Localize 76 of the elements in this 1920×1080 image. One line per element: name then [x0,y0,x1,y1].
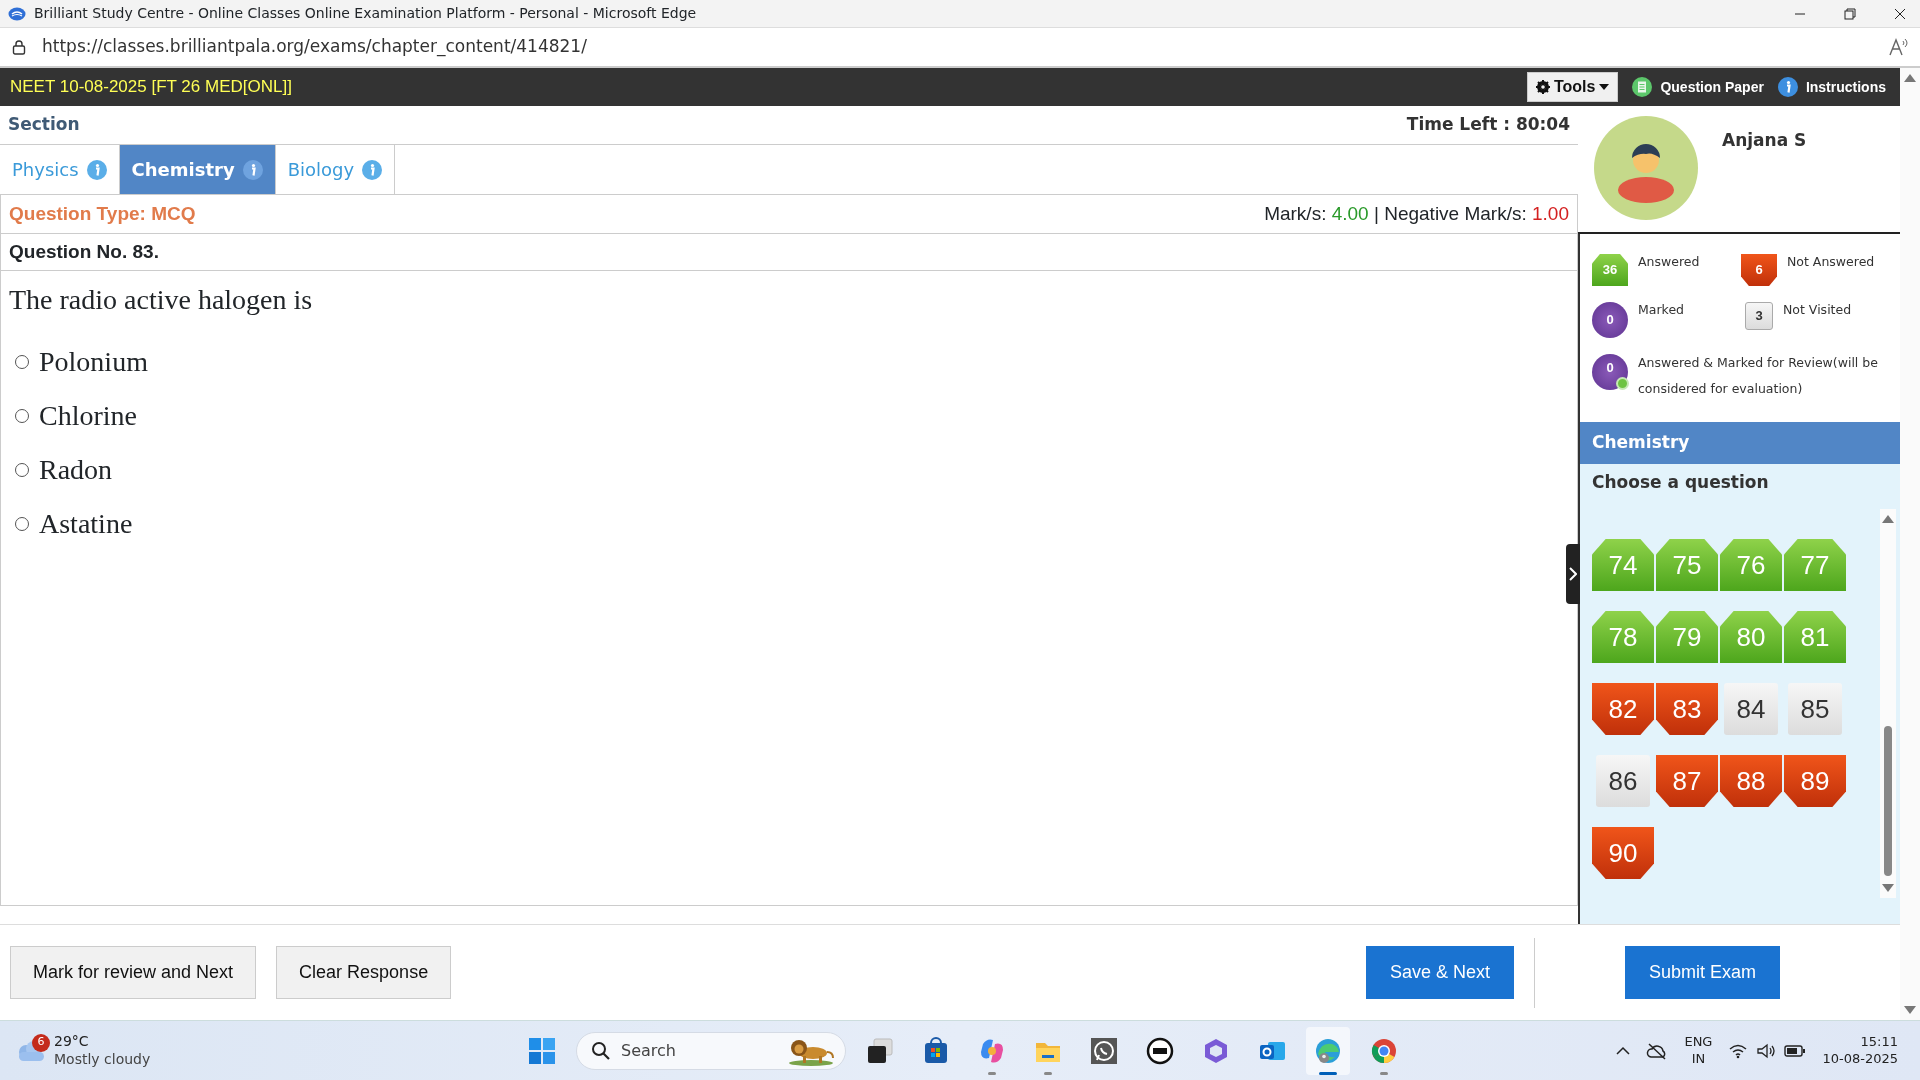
palette-section-title: Chemistry [1580,422,1900,464]
collapse-handle[interactable] [1566,544,1580,604]
option-label[interactable]: Polonium [39,341,148,383]
notification-badge: 6 [32,1033,50,1052]
document-icon[interactable] [1632,77,1653,97]
search-icon [591,1040,611,1061]
status-not-answered-count: 6 [1741,254,1777,286]
temperature: 29°C [54,1033,90,1051]
window-stack-icon[interactable] [865,1035,895,1066]
legend-label: Answered & Marked for Review(will be considered for evaluation) [1638,354,1879,398]
question-number-button[interactable]: 82 [1592,683,1654,735]
tools-dropdown[interactable]: Tools [1526,72,1619,102]
radio-button[interactable] [15,355,29,369]
chevron-up-icon[interactable] [1616,1045,1631,1056]
question-number: Question No. 83. [9,239,159,264]
question-type: Question Type: MCQ [9,201,196,226]
exam-title: NEET 10-08-2025 [FT 26 MED[ONL]] [10,76,292,99]
speaker-icon[interactable] [1756,1042,1777,1059]
instructions-link[interactable]: Instructions [1805,76,1886,98]
question-number-button[interactable]: 88 [1720,755,1782,807]
status-marked-count: 0 [1592,302,1628,338]
status-not-visited-count: 3 [1745,302,1773,330]
scroll-up-arrow[interactable] [1904,74,1916,82]
question-number-button[interactable]: 81 [1784,611,1846,663]
candidate-name: Anjana S [1722,129,1807,152]
radio-button[interactable] [15,409,29,423]
language-indicator[interactable]: ENG IN [1684,1034,1713,1067]
info-icon[interactable] [1777,77,1798,97]
radio-button[interactable] [15,463,29,477]
read-aloud-icon[interactable] [1888,38,1908,56]
chevron-right-icon [1569,567,1577,581]
clear-response-button[interactable]: Clear Response [276,946,452,999]
status-answered-count: 36 [1592,254,1628,286]
status-answered-marked-count: 0 [1592,354,1628,390]
battery-icon[interactable] [1784,1043,1807,1058]
clock[interactable]: 15:11 10-08-2025 [1822,1034,1898,1067]
question-number-button[interactable]: 83 [1656,683,1718,735]
wifi-icon[interactable] [1728,1042,1749,1059]
weather-condition: Mostly cloudy [54,1050,151,1068]
start-icon[interactable] [527,1035,557,1066]
option-label[interactable]: Chlorine [39,395,137,437]
browser-logo-icon [8,6,26,21]
submit-exam-button[interactable]: Submit Exam [1624,946,1780,999]
scrollbar-thumb[interactable] [1884,726,1892,876]
palette-prompt: Choose a question [1591,470,1770,494]
lock-icon [12,39,26,55]
window-title: Brilliant Study Centre - Online Classes Online Examination Platform - Personal - Microsoft Edge [34,4,697,23]
legend-label: Not Visited [1783,302,1852,317]
save-next-button[interactable]: Save & Next [1365,946,1514,999]
question-paper-link[interactable]: Question Paper [1660,76,1764,98]
legend-label: Answered [1638,254,1700,269]
gear-icon [1535,80,1550,94]
question-number-button[interactable]: 84 [1724,683,1778,735]
question-number-button[interactable]: 90 [1592,827,1654,879]
chat-bubble-icon[interactable] [1089,1035,1119,1066]
search-field[interactable]: Search [576,1031,846,1070]
url-field[interactable]: https://classes.brilliantpala.org/exams/chapter_content/414821/ [42,34,587,60]
section-tab[interactable]: Chemistry [119,145,276,194]
question-text: The radio active halogen is [8,283,314,317]
question-number-button[interactable]: 86 [1596,755,1650,807]
question-number-button[interactable]: 87 [1656,755,1718,807]
time-left: Time Left : 80:04 [1406,113,1570,137]
option-label[interactable]: Radon [39,449,113,491]
question-number-button[interactable]: 89 [1784,755,1846,807]
legend-label: Not Answered [1787,254,1875,269]
marking-scheme: Mark/s: 4.00 | Negative Mark/s: 1.00 [1264,201,1569,226]
caret-icon [1599,84,1610,90]
radio-button[interactable] [15,517,29,531]
circle-logo-icon[interactable] [1145,1035,1175,1066]
close-icon[interactable] [1894,7,1906,20]
question-number-button[interactable]: 85 [1788,683,1842,735]
legend-label: Marked [1638,302,1684,317]
section-label: Section [8,113,80,137]
mark-review-button[interactable]: Mark for review and Next [10,946,257,999]
option-label[interactable]: Astatine [39,503,133,545]
restore-icon[interactable] [1844,7,1856,20]
